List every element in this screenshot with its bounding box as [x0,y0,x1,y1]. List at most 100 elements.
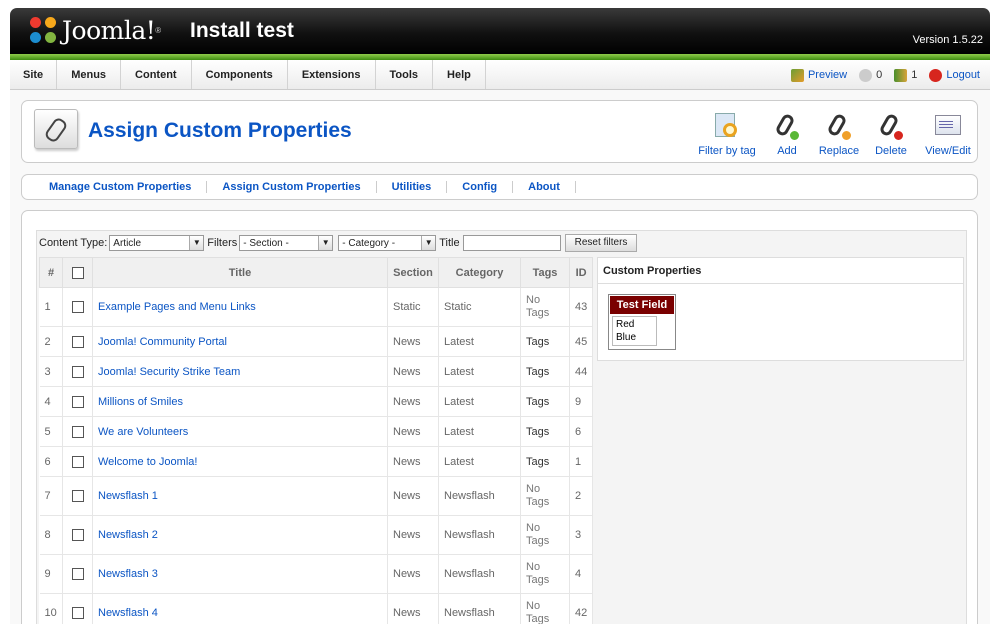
custom-field-name: Test Field [610,296,674,314]
row-title-link[interactable]: Millions of Smiles [98,396,183,408]
users-count[interactable]: 1 [911,69,917,81]
row-title-cell: Example Pages and Menu Links [92,287,388,327]
custom-properties-heading: Custom Properties [598,258,963,284]
page-title: Assign Custom Properties [88,119,352,142]
title-filter-input[interactable] [462,235,561,251]
add-button[interactable]: Add [770,111,804,157]
col-header-tags: Tags [520,257,570,288]
status-bar: Preview 0 1 Logout [790,60,980,90]
row-checkbox[interactable] [71,365,84,378]
row-id: 42 [569,593,594,624]
row-title-link[interactable]: We are Volunteers [98,426,188,438]
col-header-title[interactable]: Title [92,257,388,288]
row-title-link[interactable]: Newsflash 2 [98,529,158,541]
row-category: Latest [438,386,521,417]
main-menu: Site Menus Content Components Extensions… [10,60,990,90]
row-checkbox[interactable] [71,425,84,438]
row-tags: Tags [520,446,570,477]
view-edit-button[interactable]: View/Edit [922,111,974,157]
row-title-link[interactable]: Newsflash 1 [98,490,158,502]
subnav-assign-custom-properties[interactable]: Assign Custom Properties [207,181,377,193]
row-id: 1 [569,446,594,477]
replace-label: Replace [818,145,860,157]
reset-filters-button[interactable]: Reset filters [564,234,638,252]
row-id: 44 [569,356,594,387]
row-checkbox[interactable] [71,529,84,542]
logout-link[interactable]: Logout [946,69,980,81]
col-header-category[interactable]: Category [438,257,521,288]
row-checkbox[interactable] [71,568,84,581]
subnav-utilities[interactable]: Utilities [377,181,448,193]
row-checkbox[interactable] [71,490,84,503]
messages-count[interactable]: 0 [876,69,882,81]
row-tags: No Tags [520,554,570,594]
row-checkbox[interactable] [71,395,84,408]
subnav-manage-custom-properties[interactable]: Manage Custom Properties [34,181,208,193]
row-title-link[interactable]: Example Pages and Menu Links [98,301,256,313]
row-checkbox-cell [62,386,93,417]
row-number: 10 [39,593,63,624]
filter-by-tag-button[interactable]: Filter by tag [694,111,760,157]
row-title-link[interactable]: Newsflash 4 [98,607,158,619]
view-edit-icon [932,111,964,143]
filter-by-tag-label: Filter by tag [698,145,756,157]
row-category: Newsflash [438,593,521,624]
view-edit-label: View/Edit [925,145,971,157]
version-label: Version 1.5.22 [912,34,983,46]
row-id: 6 [569,416,594,447]
row-tags: Tags [520,416,570,447]
row-checkbox[interactable] [71,301,84,314]
select-all-checkbox[interactable] [71,266,84,279]
replace-button[interactable]: Replace [817,111,861,157]
add-label: Add [777,145,797,157]
category-select[interactable]: - Category - ▼ [338,235,437,251]
table-row: 10 Newsflash 4 News Newsflash No Tags 42 [39,593,594,624]
menu-help[interactable]: Help [433,60,486,89]
col-header-number: # [39,257,63,288]
row-title-link[interactable]: Welcome to Joomla! [98,456,197,468]
menu-content[interactable]: Content [121,60,192,89]
row-category: Latest [438,326,521,357]
custom-field-test-field: Test Field Red Blue [608,294,676,350]
row-checkbox-cell [62,287,93,327]
col-header-id[interactable]: ID [568,257,594,288]
subnav-about[interactable]: About [513,181,576,193]
row-title-cell: Newsflash 3 [92,554,388,594]
menu-components[interactable]: Components [192,60,288,89]
menu-extensions[interactable]: Extensions [288,60,376,89]
row-checkbox[interactable] [71,335,84,348]
menu-tools[interactable]: Tools [376,60,434,89]
row-checkbox-cell [62,476,93,516]
filter-row: Content Type: Article ▼ Filters - Sectio… [39,234,638,252]
row-tags: No Tags [520,515,570,555]
delete-button[interactable]: Delete [873,111,909,157]
option-blue[interactable]: Blue [616,331,653,344]
row-section: Static [387,287,439,327]
section-select[interactable]: - Section - ▼ [239,235,334,251]
custom-field-options[interactable]: Red Blue [612,316,657,346]
row-tags: No Tags [520,593,570,624]
row-title-cell: Millions of Smiles [92,386,388,417]
content-type-select[interactable]: Article ▼ [109,235,205,251]
subnav-config[interactable]: Config [447,181,514,193]
menu-site[interactable]: Site [10,60,58,89]
row-title-link[interactable]: Joomla! Security Strike Team [98,366,240,378]
row-checkbox[interactable] [71,607,84,620]
row-id: 9 [569,386,594,417]
row-section: News [387,386,439,417]
col-header-section[interactable]: Section [387,257,439,288]
option-red[interactable]: Red [616,318,653,331]
content-type-label: Content Type: [39,237,108,249]
row-number: 9 [39,554,63,594]
row-title-link[interactable]: Newsflash 3 [98,568,158,580]
row-title-cell: Joomla! Community Portal [92,326,388,357]
menu-menus[interactable]: Menus [57,60,122,89]
header: Joomla! ® Install test Version 1.5.22 [10,8,990,54]
articles-table: # Title Section Category Tags ID 1 Exampl… [39,257,594,624]
preview-link[interactable]: Preview [808,69,847,81]
row-title-link[interactable]: Joomla! Community Portal [98,336,227,348]
row-checkbox[interactable] [71,455,84,468]
row-category: Newsflash [438,554,521,594]
row-number: 4 [39,386,63,417]
row-id: 4 [569,554,594,594]
